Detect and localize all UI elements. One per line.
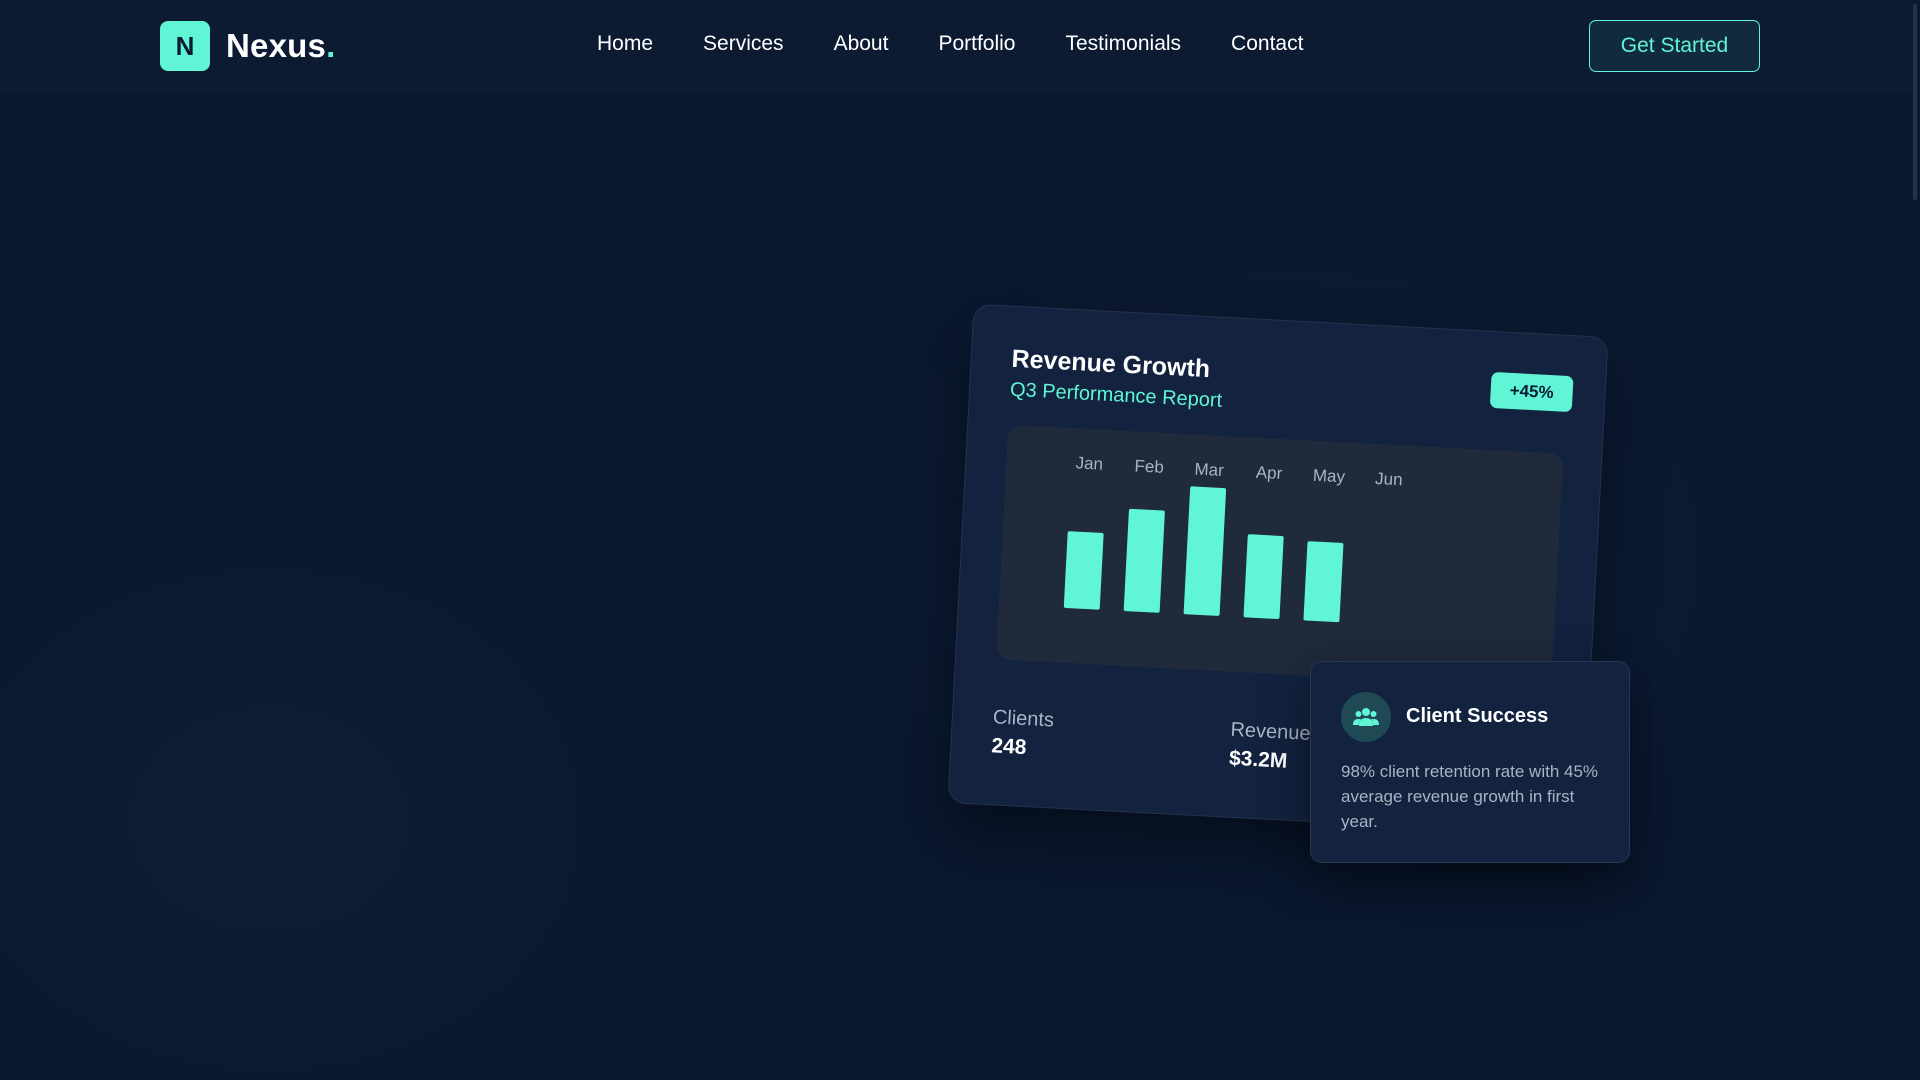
bar-may [1303, 541, 1344, 623]
bar-mar [1183, 486, 1227, 616]
month-label: Mar [1194, 460, 1225, 481]
client-success-card: Client Success 98% client retention rate… [1310, 661, 1630, 863]
success-title: Client Success [1406, 705, 1549, 727]
card-title: Revenue Growth [1010, 344, 1211, 384]
nav-link-contact[interactable]: Contact [1231, 32, 1303, 56]
clients-label: Clients [992, 706, 1055, 732]
logo-text: Nexus. [226, 27, 335, 65]
clients-value: 248 [990, 734, 1028, 760]
main-nav: Home Services About Portfolio Testimonia… [597, 32, 1303, 56]
month-label: Feb [1134, 456, 1164, 477]
users-icon [1341, 692, 1391, 742]
logo-name: Nexus [226, 27, 327, 64]
logo-dot: . [326, 27, 336, 64]
card-subtitle: Q3 Performance Report [1009, 378, 1223, 412]
page: N Nexus. Home Services About Portfolio T… [0, 0, 1920, 1080]
bar-chart-svg: Jan Feb Mar Apr May Jun [1063, 453, 1403, 623]
bar-feb [1123, 508, 1165, 613]
bar-apr [1243, 534, 1284, 620]
month-label: May [1312, 466, 1346, 487]
get-started-button[interactable]: Get Started [1589, 20, 1760, 72]
growth-badge: +45% [1489, 371, 1574, 413]
month-label: Apr [1255, 463, 1283, 483]
revenue-value: $3.2M [1228, 746, 1288, 773]
month-label: Jun [1375, 469, 1403, 489]
logo-badge: N [160, 21, 210, 71]
success-text: 98% client retention rate with 45% avera… [1341, 762, 1599, 831]
nav-link-home[interactable]: Home [597, 32, 653, 56]
nav-link-testimonials[interactable]: Testimonials [1066, 32, 1182, 56]
month-label: Jan [1075, 453, 1103, 473]
nav-link-portfolio[interactable]: Portfolio [938, 32, 1015, 56]
scrollbar-thumb[interactable] [1913, 4, 1917, 200]
revenue-label: Revenue [1229, 718, 1312, 745]
bar-jan [1063, 531, 1104, 610]
bar-chart: Jan Feb Mar Apr May Jun [995, 424, 1564, 689]
logo[interactable]: N Nexus. [160, 21, 335, 71]
nav-link-about[interactable]: About [834, 32, 889, 56]
nav-link-services[interactable]: Services [703, 32, 784, 56]
navbar: N Nexus. Home Services About Portfolio T… [0, 0, 1920, 92]
